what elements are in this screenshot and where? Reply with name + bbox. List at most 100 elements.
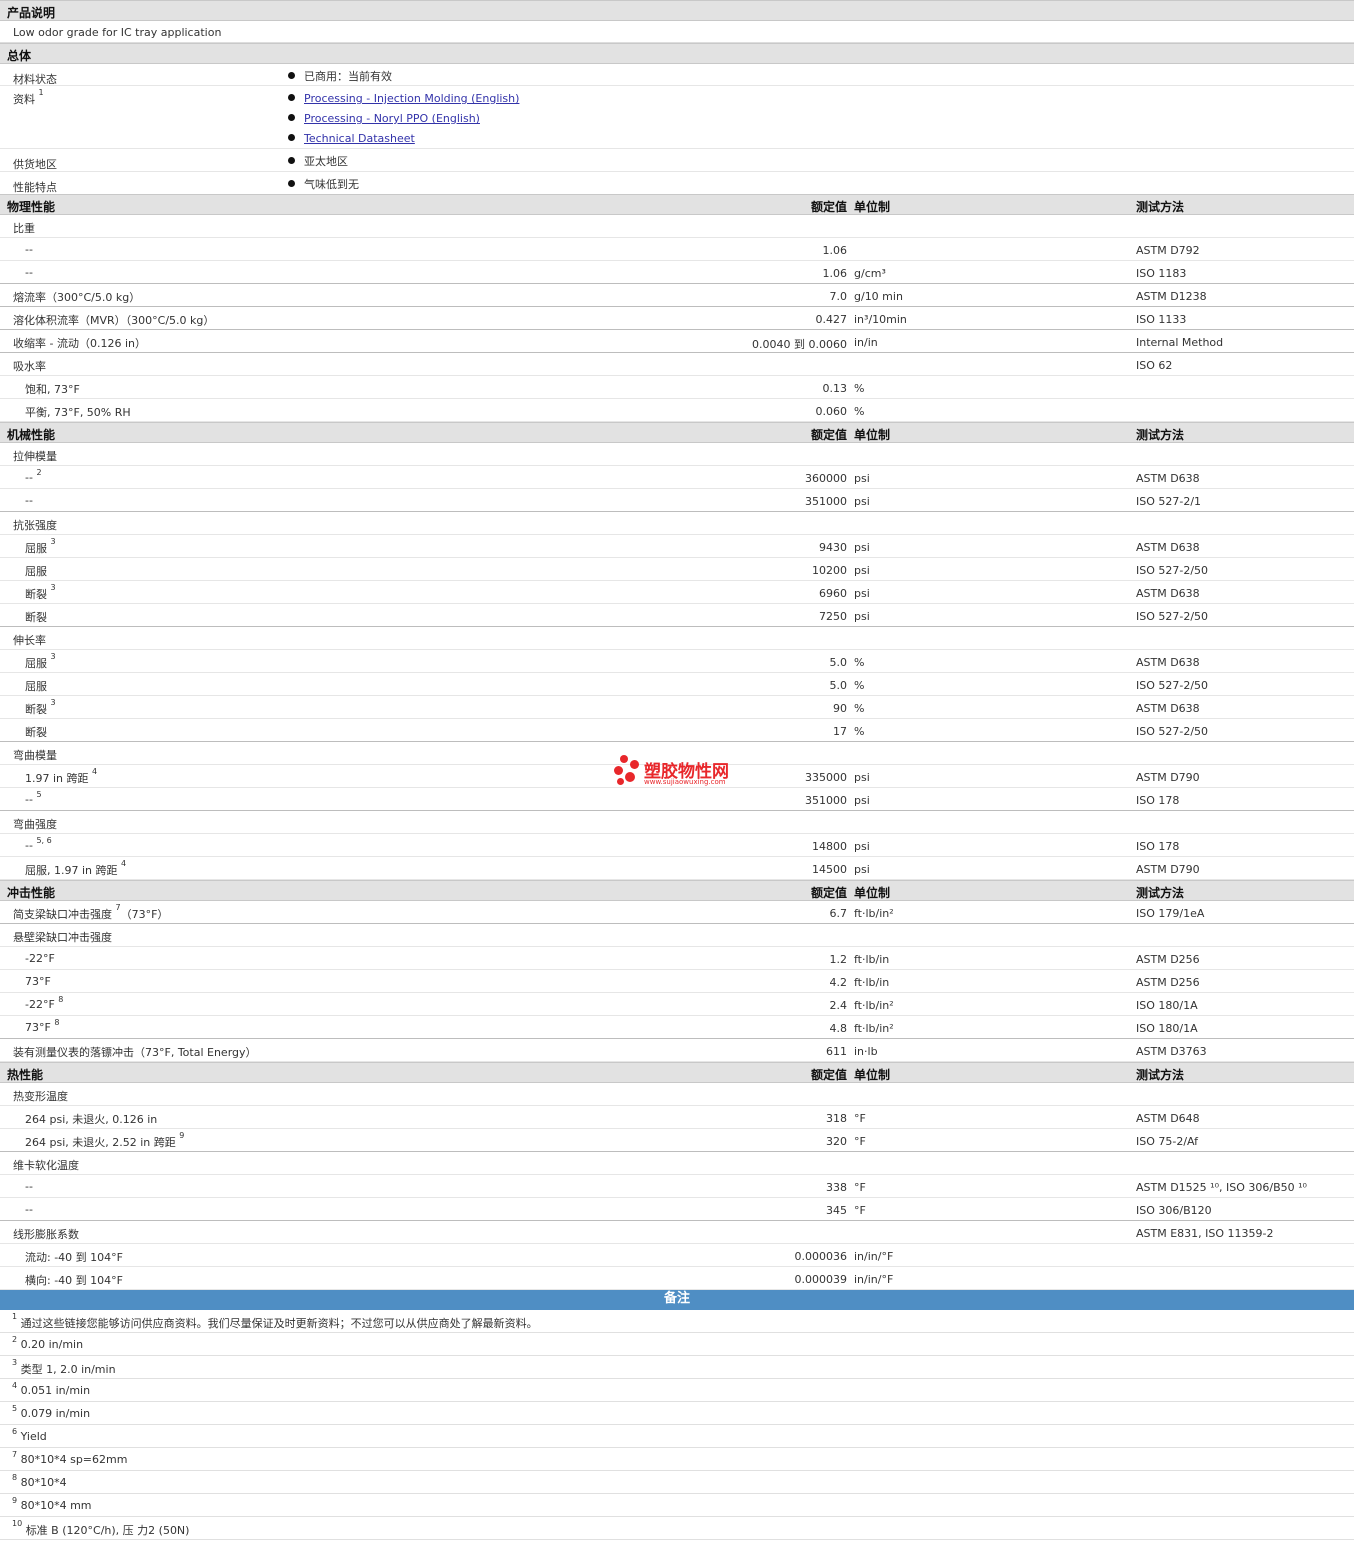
note-row: 5 0.079 in/min [0,1402,1354,1425]
footnote-ref: 4 [92,767,98,776]
note-text: 0.051 in/min [20,1384,91,1397]
property-name: 收缩率 - 流动（0.126 in） [13,337,146,350]
property-unit: ft·lb/in [854,953,890,966]
property-row: 简支梁缺口冲击强度 7（73°F） 6.7 ft·lb/in² ISO 179/1eA [0,901,1354,924]
property-unit: % [854,382,865,395]
features-row: 性能特点 气味低到无 [0,172,1354,194]
property-name: -22°F 8 [25,995,64,1011]
footnote-ref: 3 [50,652,56,661]
test-method: ISO 306/B120 [1136,1204,1212,1217]
document-link[interactable]: Technical Datasheet [304,132,415,145]
test-method: ASTM D638 [1136,587,1200,600]
section-title: 机械性能 [7,428,56,442]
property-row: 断裂 17% ISO 527-2/50 [0,719,1354,742]
footnote-ref: 7 [115,903,121,912]
note-row: 8 80*10*4 [0,1471,1354,1494]
footnote-number: 6 [12,1427,18,1436]
property-row: 热变形温度 [0,1083,1354,1106]
footnote-number: 2 [12,1335,18,1344]
column-method-header: 测试方法 [1136,200,1185,214]
watermark-logo: 塑胶物性网 www.sujiaowuxing.com [614,755,744,789]
test-method: ASTM D1525 ¹⁰, ISO 306/B50 ¹⁰ [1136,1181,1307,1194]
column-unit-header: 单位制 [854,200,891,214]
property-name: 拉伸模量 [13,450,57,463]
test-method: ISO 179/1eA [1136,907,1205,920]
test-method: ASTM D256 [1136,953,1200,966]
property-value: 611 [826,1045,847,1058]
note-text: 80*10*4 mm [20,1499,92,1512]
test-method: ISO 527-2/50 [1136,679,1209,692]
test-method: ISO 527-2/50 [1136,564,1209,577]
property-unit: g/10 min [854,290,903,303]
test-method: ASTM D256 [1136,976,1200,989]
property-row: -- 345 °F ISO 306/B120 [0,1198,1354,1221]
section-title: 冲击性能 [7,886,56,900]
property-value: 351000 [805,495,847,508]
section-header: 机械性能 额定值 单位制 测试方法 [0,422,1354,443]
property-unit: psi [854,794,870,807]
property-name: 屈服 3 [25,537,56,555]
property-unit: psi [854,771,870,784]
test-method: ISO 178 [1136,794,1180,807]
property-value: 335000 [805,771,847,784]
footnote-ref: 8 [54,1018,60,1027]
property-name: 装有测量仪表的落镖冲击（73°F, Total Energy） [13,1046,257,1059]
test-method: ASTM D790 [1136,771,1200,784]
property-name: 屈服, 1.97 in 跨距 4 [25,859,127,877]
note-text: 标准 B (120°C/h), 压 力2 (50N) [25,1524,190,1537]
property-unit: ft·lb/in [854,976,890,989]
property-row: 断裂 7250 psi ISO 527-2/50 [0,604,1354,627]
property-row: -- 2 360000 psi ASTM D638 [0,466,1354,489]
property-value: 1.06 [822,244,848,257]
property-row: 饱和, 73°F 0.13% [0,376,1354,399]
note-row: 3 类型 1, 2.0 in/min [0,1356,1354,1379]
property-row: 熔流率（300°C/5.0 kg） 7.0 g/10 min ASTM D1238 [0,284,1354,307]
property-row: 断裂 3 90% ASTM D638 [0,696,1354,719]
property-name: 横向: -40 到 104°F [25,1274,123,1287]
row-label: 供货地区 [13,158,57,171]
section-header: 热性能 额定值 单位制 测试方法 [0,1062,1354,1083]
test-method: ASTM D638 [1136,656,1200,669]
document-link[interactable]: Processing - Injection Molding (English) [304,92,519,105]
property-unit: psi [854,495,870,508]
property-row: 溶化体积流率（MVR）（300°C/5.0 kg） 0.427 in³/10min I… [0,307,1354,330]
row-value: 已商用：当前有效 [304,70,392,83]
property-unit: % [854,725,865,738]
property-row: 264 psi, 未退火, 0.126 in 318 °F ASTM D648 [0,1106,1354,1129]
note-row: 7 80*10*4 sp=62mm [0,1448,1354,1471]
column-value-header: 额定值 [810,886,847,900]
property-unit: ft·lb/in² [854,907,894,920]
property-row: 屈服 3 5.0% ASTM D638 [0,650,1354,673]
note-row: 2 0.20 in/min [0,1333,1354,1356]
document-link[interactable]: Processing - Noryl PPO (English) [304,112,480,125]
property-unit: in³/10min [854,313,907,326]
property-name: 屈服 [25,680,47,693]
property-name: 悬壁梁缺口冲击强度 [13,931,112,944]
property-name: -- [25,243,33,256]
property-name: 1.97 in 跨距 4 [25,767,98,785]
property-value: 2.4 [829,999,848,1012]
product-description-text: Low odor grade for IC tray application [13,26,222,39]
footnote-ref: 2 [36,468,42,477]
documents-row: 资料 1 Processing - Injection Molding (Eng… [0,86,1354,149]
property-value: 320 [826,1135,847,1148]
property-name: 伸长率 [13,634,46,647]
property-value: 1.2 [829,953,848,966]
property-name: -- [25,1203,33,1216]
test-method: ASTM D790 [1136,863,1200,876]
property-row: 横向: -40 到 104°F 0.000039 in/in/°F [0,1267,1354,1290]
property-value: 6.7 [829,907,848,920]
column-method-header: 测试方法 [1136,886,1185,900]
property-unit: % [854,702,865,715]
property-name: -- 5 [25,790,42,806]
note-row: 1 通过这些链接您能够访问供应商资料。我们尽量保证及时更新资料；不过您可以从供应… [0,1310,1354,1333]
test-method: ISO 527-2/50 [1136,610,1209,623]
property-unit: % [854,656,865,669]
property-value: 0.427 [815,313,848,326]
footnote-ref: 8 [58,995,64,1004]
property-row: 线形膨胀系数 ASTM E831, ISO 11359-2 [0,1221,1354,1244]
bullet-icon [288,94,295,101]
property-row: 流动: -40 到 104°F 0.000036 in/in/°F [0,1244,1354,1267]
section-title: 总体 [7,49,32,63]
property-row: 屈服 3 9430 psi ASTM D638 [0,535,1354,558]
